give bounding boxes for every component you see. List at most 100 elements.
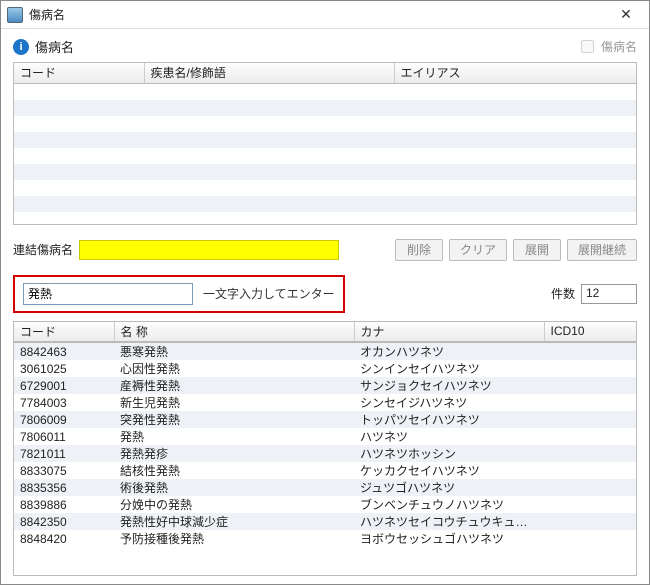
cell-kana: トッパツセイハツネツ (354, 411, 544, 428)
cell-code: 7806009 (14, 411, 114, 428)
cell-code: 7784003 (14, 394, 114, 411)
table-row[interactable]: 3061025心因性発熱シンインセイハツネツ (14, 360, 636, 377)
cell-code: 7806011 (14, 428, 114, 445)
expand-button[interactable]: 展開 (513, 239, 561, 261)
cell-kana: ハツネツ (354, 428, 544, 445)
cell-kana: ハツネツセイコウチュウキュウゲ… (354, 513, 544, 530)
upper-col-alias[interactable]: エイリアス (394, 63, 636, 83)
cell-code: 8842463 (14, 343, 114, 360)
cell-name: 発熱性好中球減少症 (114, 513, 354, 530)
table-row[interactable]: 8833075結核性発熱ケッカクセイハツネツ (14, 462, 636, 479)
search-highlight-box: 一文字入力してエンター (13, 275, 345, 313)
app-window: 傷病名 ✕ i 傷病名 傷病名 コード 疾患名/修飾語 エイリアス 連結傷病名 … (0, 0, 650, 585)
cell-code: 7821011 (14, 445, 114, 462)
table-row[interactable] (14, 212, 636, 224)
lower-col-code[interactable]: コード (14, 322, 114, 342)
header: i 傷病名 傷病名 (1, 29, 649, 62)
cell-kana: シンインセイハツネツ (354, 360, 544, 377)
table-row[interactable]: 7806011発熱ハツネツ (14, 428, 636, 445)
cell-name: 術後発熱 (114, 479, 354, 496)
table-row[interactable] (14, 84, 636, 100)
search-hint: 一文字入力してエンター (203, 285, 335, 302)
upper-table-wrap: コード 疾患名/修飾語 エイリアス (13, 62, 637, 225)
cell-code: 6729001 (14, 377, 114, 394)
lower-table-body[interactable]: 8842463悪寒発熱オカンハツネツ3061025心因性発熱シンインセイハツネツ… (13, 343, 637, 576)
cell-icd (544, 479, 636, 496)
cell-kana: ヨボウセッシュゴハツネツ (354, 530, 544, 547)
disease-checkbox[interactable] (581, 40, 594, 53)
search-row: 一文字入力してエンター 件数 12 (13, 275, 637, 313)
delete-button[interactable]: 削除 (395, 239, 443, 261)
cell-icd (544, 360, 636, 377)
button-row: 削除 クリア 展開 展開継続 (395, 239, 637, 261)
upper-col-code[interactable]: コード (14, 63, 144, 83)
cell-name: 分娩中の発熱 (114, 496, 354, 513)
upper-col-name[interactable]: 疾患名/修飾語 (144, 63, 394, 83)
table-row[interactable]: 7821011発熱発疹ハツネツホッシン (14, 445, 636, 462)
table-row[interactable] (14, 100, 636, 116)
cell-code: 8842350 (14, 513, 114, 530)
page-title: 傷病名 (35, 37, 577, 56)
window-title: 傷病名 (29, 6, 609, 23)
cell-kana: ブンベンチュウノハツネツ (354, 496, 544, 513)
clear-button[interactable]: クリア (449, 239, 507, 261)
cell-kana: オカンハツネツ (354, 343, 544, 360)
table-row[interactable]: 8835356術後発熱ジュツゴハツネツ (14, 479, 636, 496)
titlebar: 傷病名 ✕ (1, 1, 649, 29)
cell-name: 悪寒発熱 (114, 343, 354, 360)
lower-col-icd[interactable]: ICD10 (544, 322, 636, 342)
table-row[interactable] (14, 132, 636, 148)
cell-icd (544, 394, 636, 411)
table-row[interactable]: 8839886分娩中の発熱ブンベンチュウノハツネツ (14, 496, 636, 513)
table-row[interactable]: 7806009突発性発熱トッパツセイハツネツ (14, 411, 636, 428)
cell-kana: ケッカクセイハツネツ (354, 462, 544, 479)
lower-col-name[interactable]: 名 称 (114, 322, 354, 342)
cell-name: 突発性発熱 (114, 411, 354, 428)
disease-checkbox-wrap[interactable]: 傷病名 (577, 37, 637, 56)
cell-code: 8835356 (14, 479, 114, 496)
table-row[interactable]: 8848420予防接種後発熱ヨボウセッシュゴハツネツ (14, 530, 636, 547)
cell-code: 3061025 (14, 360, 114, 377)
cell-icd (544, 377, 636, 394)
close-button[interactable]: ✕ (609, 4, 643, 26)
table-row[interactable]: 8842463悪寒発熱オカンハツネツ (14, 343, 636, 360)
cell-name: 発熱 (114, 428, 354, 445)
table-row[interactable] (14, 148, 636, 164)
upper-table-header: コード 疾患名/修飾語 エイリアス (14, 63, 636, 84)
cell-kana: シンセイジハツネツ (354, 394, 544, 411)
cell-icd (544, 530, 636, 547)
disease-checkbox-label: 傷病名 (601, 38, 637, 55)
info-icon: i (13, 39, 29, 55)
cell-icd (544, 343, 636, 360)
table-row[interactable]: 7784003新生児発熱シンセイジハツネツ (14, 394, 636, 411)
cell-kana: サンジョクセイハツネツ (354, 377, 544, 394)
lower-col-kana[interactable]: カナ (354, 322, 544, 342)
cell-name: 新生児発熱 (114, 394, 354, 411)
expand-cont-button[interactable]: 展開継続 (567, 239, 637, 261)
cell-kana: ハツネツホッシン (354, 445, 544, 462)
table-row[interactable] (14, 196, 636, 212)
cell-icd (544, 411, 636, 428)
table-row[interactable] (14, 164, 636, 180)
cell-code: 8833075 (14, 462, 114, 479)
cell-code: 8848420 (14, 530, 114, 547)
table-row[interactable]: 6729001産褥性発熱サンジョクセイハツネツ (14, 377, 636, 394)
upper-table-body[interactable] (14, 84, 636, 224)
search-input[interactable] (23, 283, 193, 305)
lower-table-head: コード 名 称 カナ ICD10 (13, 321, 637, 344)
cell-icd (544, 428, 636, 445)
table-row[interactable]: 8842350発熱性好中球減少症ハツネツセイコウチュウキュウゲ… (14, 513, 636, 530)
count-label: 件数 (551, 285, 575, 302)
cell-icd (544, 496, 636, 513)
table-row[interactable] (14, 180, 636, 196)
cell-code: 8839886 (14, 496, 114, 513)
linked-row: 連結傷病名 削除 クリア 展開 展開継続 (13, 239, 637, 261)
linked-label: 連結傷病名 (13, 241, 73, 258)
cell-name: 心因性発熱 (114, 360, 354, 377)
cell-name: 結核性発熱 (114, 462, 354, 479)
count-wrap: 件数 12 (551, 284, 637, 304)
cell-icd (544, 462, 636, 479)
count-value: 12 (581, 284, 637, 304)
table-row[interactable] (14, 116, 636, 132)
linked-disease-field[interactable] (79, 240, 339, 260)
